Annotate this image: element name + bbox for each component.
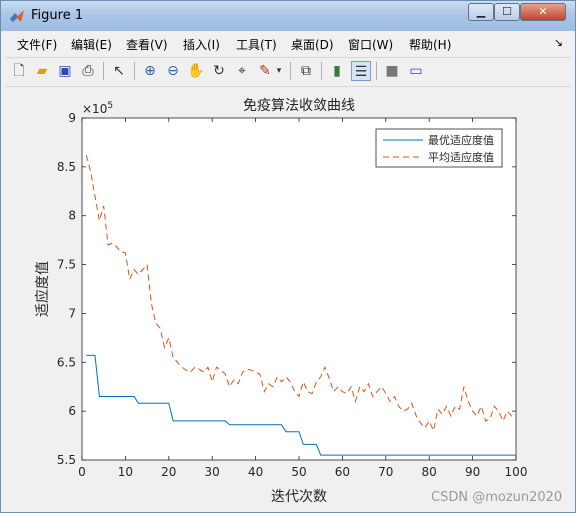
toolbar-separator bbox=[290, 62, 291, 80]
y-tick-label: 8 bbox=[68, 209, 76, 223]
x-axis-label: 迭代次数 bbox=[271, 489, 327, 505]
rotate-3d-icon[interactable]: ↻ bbox=[209, 61, 229, 81]
link-plot-icon[interactable]: ⧉ bbox=[296, 61, 316, 81]
x-tick-label: 30 bbox=[205, 465, 220, 479]
new-file-icon[interactable]: 🗋 bbox=[9, 61, 29, 81]
hide-plot-tools-icon[interactable]: ■ bbox=[382, 61, 402, 81]
x-tick-label: 100 bbox=[505, 465, 528, 479]
menu-tools[interactable]: 工具(T) bbox=[236, 36, 277, 53]
menu-file[interactable]: 文件(F) bbox=[17, 36, 57, 53]
x-tick-label: 90 bbox=[465, 465, 480, 479]
menu-edit[interactable]: 编辑(E) bbox=[71, 36, 112, 53]
plot-area bbox=[81, 117, 517, 461]
y-tick-label: 6.5 bbox=[57, 355, 76, 369]
x-tick-label: 40 bbox=[248, 465, 263, 479]
brush-icon[interactable]: ✎ bbox=[255, 61, 275, 81]
y-tick-label: 7.5 bbox=[57, 258, 76, 272]
x-tick-label: 20 bbox=[161, 465, 176, 479]
menu-dock-arrow-icon[interactable]: ↘ bbox=[554, 36, 563, 49]
x-tick-label: 80 bbox=[422, 465, 437, 479]
legend-label-best: 最优适应度值 bbox=[428, 133, 494, 147]
y-tick-label: 6 bbox=[68, 404, 76, 418]
x-tick-label: 60 bbox=[335, 465, 350, 479]
menu-bar: 文件(F) 编辑(E) 查看(V) 插入(I) 工具(T) 桌面(D) 窗口(W… bbox=[5, 32, 571, 54]
pointer-icon[interactable]: ↖ bbox=[109, 61, 129, 81]
y-tick-label: 8.5 bbox=[57, 160, 76, 174]
save-icon[interactable]: ▣ bbox=[55, 61, 75, 81]
zoom-out-icon[interactable]: ⊖ bbox=[163, 61, 183, 81]
x-tick-label: 10 bbox=[118, 465, 133, 479]
menu-insert[interactable]: 插入(I) bbox=[183, 36, 220, 53]
colorbar-icon[interactable]: ▮ bbox=[327, 61, 347, 81]
maximize-button[interactable]: ☐ bbox=[494, 3, 520, 21]
y-tick-label: 5.5 bbox=[57, 453, 76, 467]
chart-title: 免疫算法收敛曲线 bbox=[243, 98, 355, 114]
menu-view[interactable]: 查看(V) bbox=[126, 36, 168, 53]
toolbar-separator bbox=[134, 62, 135, 80]
x-tick-label: 70 bbox=[378, 465, 393, 479]
y-tick-label: 9 bbox=[68, 111, 76, 125]
window-title: Figure 1 bbox=[31, 8, 84, 23]
y-axis-exponent: ×105 bbox=[82, 101, 113, 116]
figure-canvas: 免疫算法收敛曲线 迭代次数 适应度值 ×105 0 10 20 30 40 50 60 70 8… bbox=[5, 89, 571, 509]
legend-icon[interactable]: ☰ bbox=[351, 61, 371, 81]
figure-window: Figure 1 ▁ ☐ ✕ 文件(F) 编辑(E) 查看(V) 插入(I) 工… bbox=[0, 0, 576, 513]
print-icon[interactable]: ⎙ bbox=[78, 61, 98, 81]
show-plot-tools-icon[interactable]: ▭ bbox=[406, 61, 426, 81]
data-cursor-icon[interactable]: ⌖ bbox=[232, 61, 252, 81]
x-tick-label: 50 bbox=[291, 465, 306, 479]
x-tick-label: 0 bbox=[78, 465, 86, 479]
y-axis-label: 适应度值 bbox=[34, 261, 51, 317]
toolbar-separator bbox=[376, 62, 377, 80]
brush-dropdown-icon[interactable]: ▾ bbox=[273, 61, 285, 81]
zoom-in-icon[interactable]: ⊕ bbox=[140, 61, 160, 81]
matlab-logo-icon bbox=[10, 10, 24, 22]
toolbar-separator bbox=[321, 62, 322, 80]
minimize-button[interactable]: ▁ bbox=[468, 3, 494, 21]
convergence-chart[interactable]: 免疫算法收敛曲线 迭代次数 适应度值 ×105 0 10 20 30 40 50 60 70 8… bbox=[5, 89, 571, 509]
legend[interactable]: 最优适应度值 平均适应度值 bbox=[375, 128, 503, 168]
toolbar: 🗋 ▰ ▣ ⎙ ↖ ⊕ ⊖ ✋ ↻ ⌖ ✎ ▾ ⧉ ▮ ☰ ■ ▭ bbox=[5, 57, 571, 87]
menu-window[interactable]: 窗口(W) bbox=[348, 36, 393, 53]
y-tick-label: 7 bbox=[68, 306, 76, 320]
toolbar-separator bbox=[103, 62, 104, 80]
legend-label-avg: 平均适应度值 bbox=[428, 150, 494, 164]
open-folder-icon[interactable]: ▰ bbox=[32, 61, 52, 81]
watermark-text: CSDN @mozun2020 bbox=[431, 490, 563, 505]
close-button[interactable]: ✕ bbox=[520, 3, 566, 21]
menu-desktop[interactable]: 桌面(D) bbox=[291, 36, 334, 53]
title-bar[interactable]: Figure 1 ▁ ☐ ✕ bbox=[1, 1, 575, 31]
menu-help[interactable]: 帮助(H) bbox=[409, 36, 451, 53]
pan-hand-icon[interactable]: ✋ bbox=[186, 61, 206, 81]
